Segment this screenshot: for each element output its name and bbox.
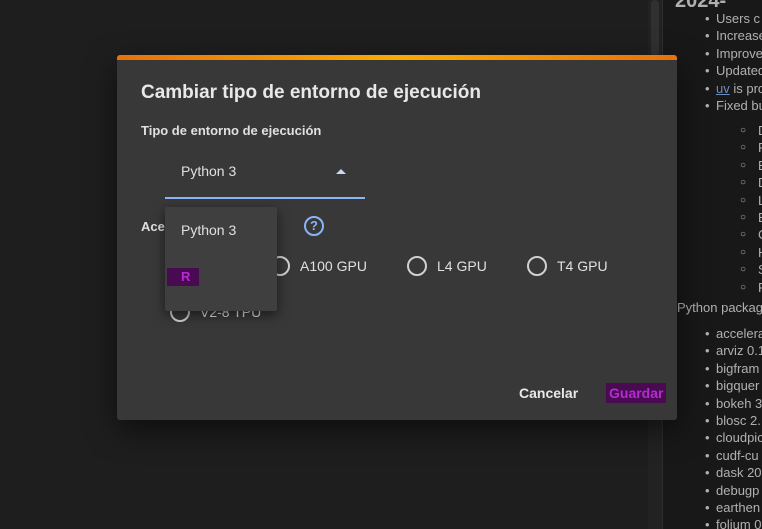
radio-a100-gpu[interactable]: A100 GPU: [270, 256, 367, 276]
radio-label: A100 GPU: [300, 258, 367, 274]
runtime-type-select[interactable]: Python 3: [165, 151, 365, 199]
runtime-type-label: Tipo de entorno de ejecución: [141, 123, 322, 138]
accelerator-label: Ace: [141, 219, 165, 234]
radio-t4-gpu[interactable]: T4 GPU: [527, 256, 608, 276]
radio-circle-icon[interactable]: [527, 256, 547, 276]
help-icon[interactable]: ?: [304, 216, 324, 236]
menu-option-label: R: [167, 268, 199, 286]
radio-circle-icon[interactable]: [407, 256, 427, 276]
menu-option-label: Python 3: [181, 222, 237, 238]
radio-l4-gpu[interactable]: L4 GPU: [407, 256, 487, 276]
menu-option-python3[interactable]: Python 3: [165, 207, 277, 253]
caret-up-icon: [336, 169, 346, 174]
radio-label: T4 GPU: [557, 258, 608, 274]
cancel-button[interactable]: Cancelar: [519, 385, 578, 401]
menu-option-r[interactable]: R: [165, 255, 277, 301]
dialog-accent-bar: [117, 55, 677, 60]
runtime-type-menu: Python 3 R: [165, 207, 277, 311]
runtime-type-value: Python 3: [181, 163, 237, 179]
dialog-title: Cambiar tipo de entorno de ejecución: [141, 82, 481, 103]
save-button[interactable]: Guardar: [606, 383, 667, 403]
radio-label: L4 GPU: [437, 258, 487, 274]
